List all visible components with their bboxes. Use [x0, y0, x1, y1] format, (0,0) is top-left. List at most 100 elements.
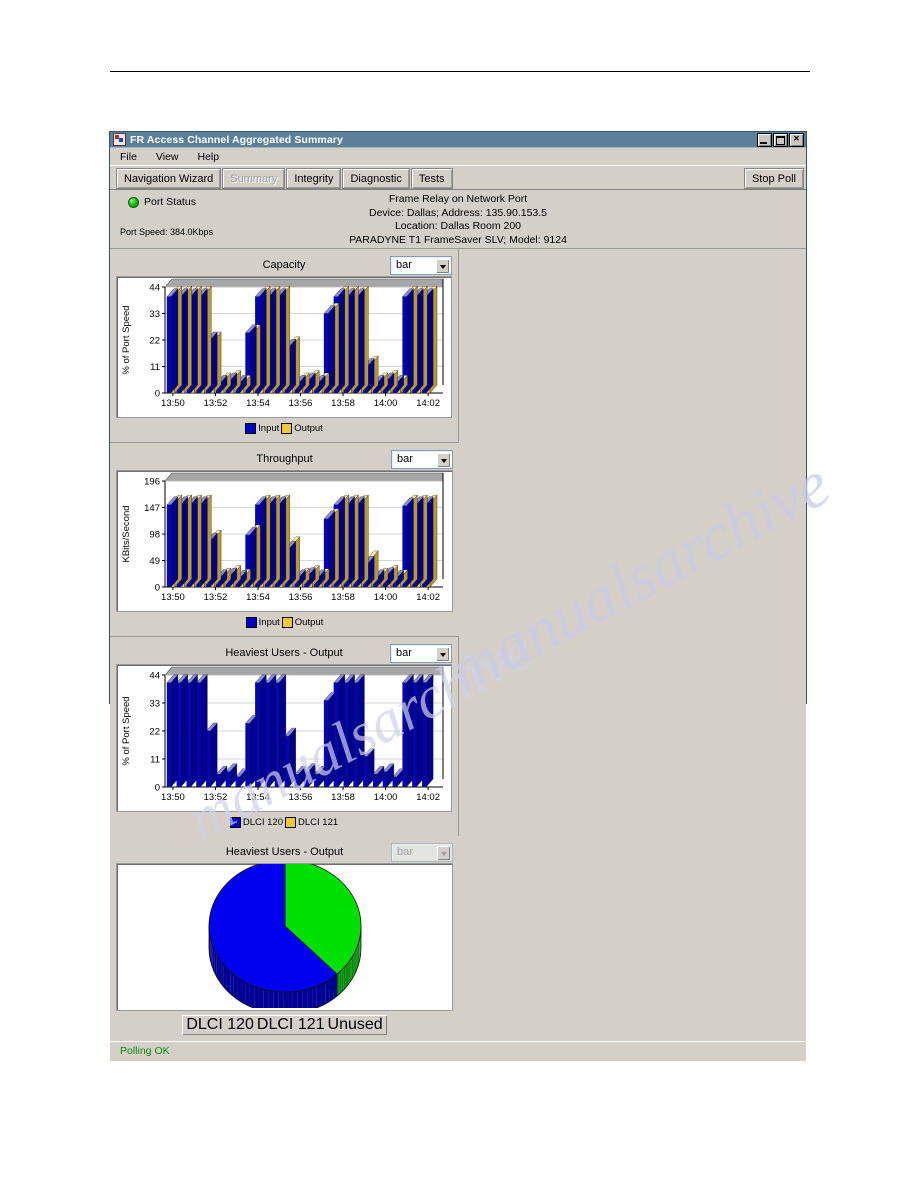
legend-item-input: Input [245, 617, 280, 628]
tab-integrity[interactable]: Integrity [286, 168, 342, 189]
svg-text:49: 49 [149, 556, 160, 567]
svg-text:33: 33 [149, 699, 160, 710]
capacity-plot: 0 11 22 33 44 % of Port Speed 13:50 13:52 13:54 1… [116, 276, 452, 418]
heaviest-users-chart-svg: 0 11 22 33 44 % of Port Speed 13:50 13:52 13:54 1… [121, 666, 444, 803]
chart-type-value-heaviest-pie: bar [397, 846, 413, 858]
window-controls: ✕ [757, 132, 804, 147]
svg-text:33: 33 [149, 309, 160, 320]
panel-throughput: Throughput bar 0 49 98 147 196 KBits/Second 13… [110, 443, 459, 637]
tab-navigation-wizard[interactable]: Navigation Wizard [116, 168, 222, 189]
svg-text:14:00: 14:00 [374, 792, 398, 803]
legend-item-dlci-121: DLCI 121 [257, 1016, 325, 1034]
svg-text:13:56: 13:56 [289, 592, 313, 603]
svg-text:13:52: 13:52 [204, 792, 228, 803]
heaviest-users-bar-legend: DLCI 120 DLCI 121 [116, 815, 452, 830]
svg-text:11: 11 [150, 362, 160, 373]
chart-type-value-capacity: bar [396, 259, 412, 271]
svg-text:13:50: 13:50 [161, 592, 185, 603]
panel-heaviest-users-pie: Heaviest Users - Output bar DLCI 120 DLC… [110, 836, 459, 1041]
throughput-plot: 0 49 98 147 196 KBits/Second 13:50 13:52 13:54 13… [116, 470, 453, 612]
panel-throughput-header: Throughput bar [116, 448, 453, 470]
svg-text:13:56: 13:56 [289, 398, 313, 409]
chevron-down-icon[interactable] [437, 452, 450, 467]
legend-item-dlci-120: DLCI 120 [186, 1016, 254, 1034]
tab-diagnostic[interactable]: Diagnostic [342, 168, 410, 189]
device-line-1: Frame Relay on Network Port [388, 193, 528, 205]
throughput-chart-svg: 0 49 98 147 196 KBits/Second 13:50 13:52 13:54 13… [121, 472, 444, 603]
svg-text:13:58: 13:58 [331, 792, 355, 803]
menu-item-view[interactable]: View [156, 151, 179, 163]
maximize-button[interactable] [773, 132, 788, 147]
svg-text:13:54: 13:54 [246, 592, 270, 603]
pie-chart-svg [208, 864, 362, 1008]
capacity-legend: Input Output [116, 421, 452, 436]
title-bar[interactable]: FR Access Channel Aggregated Summary ✕ [110, 132, 806, 148]
chevron-down-icon[interactable] [436, 258, 449, 273]
svg-text:14:02: 14:02 [416, 398, 440, 409]
svg-text:13:50: 13:50 [161, 792, 185, 803]
svg-text:14:00: 14:00 [374, 592, 398, 603]
svg-text:14:02: 14:02 [416, 792, 440, 803]
svg-text:13:58: 13:58 [331, 592, 355, 603]
chart-type-value-heaviest-bar: bar [396, 647, 412, 659]
legend-label-dlci-120: DLCI 120 [242, 817, 283, 828]
pie-legend-wrap: DLCI 120 DLCI 121 Unused [116, 1015, 453, 1035]
svg-text:13:54: 13:54 [246, 398, 270, 409]
device-info-panel: Port Status Port Speed: 384.0Kbps Frame … [110, 190, 806, 249]
page-divider-rule [110, 71, 810, 72]
legend-label-dlci-121: DLCI 121 [298, 817, 339, 828]
window-title: FR Access Channel Aggregated Summary [130, 133, 343, 146]
chart-type-select-throughput[interactable]: bar [391, 449, 453, 469]
legend-label-input: Input [258, 423, 280, 434]
legend-item-dlci-120: DLCI 120 [229, 817, 283, 828]
menu-item-help[interactable]: Help [198, 151, 220, 163]
tab-tests[interactable]: Tests [410, 168, 453, 189]
svg-text:13:52: 13:52 [204, 398, 228, 409]
menu-item-file[interactable]: File [120, 151, 137, 163]
svg-text:44: 44 [149, 283, 160, 294]
stop-poll-button[interactable]: Stop Poll [743, 168, 804, 189]
minimize-button[interactable] [757, 132, 772, 147]
chart-type-select-heaviest-pie[interactable]: bar [391, 842, 453, 862]
charts-grid: Capacity bar 0 11 22 33 44 % of Port Speed 13:… [110, 249, 806, 1041]
legend-item-dlci-121: DLCI 121 [285, 817, 338, 828]
device-details: Frame Relay on Network Port Device: Dall… [110, 193, 806, 247]
close-button[interactable]: ✕ [789, 132, 804, 147]
tab-summary[interactable]: Summary [222, 168, 286, 189]
panel-heaviest-users-bar: Heaviest Users - Output bar 0 11 22 33 44 % o… [110, 637, 459, 836]
legend-label-dlci-121: DLCI 121 [256, 1016, 325, 1033]
legend-label-input: Input [258, 617, 280, 628]
svg-text:0: 0 [155, 389, 160, 400]
panel-heaviest-users-pie-header: Heaviest Users - Output bar [116, 841, 453, 863]
chevron-down-icon[interactable] [437, 845, 450, 860]
app-icon [113, 133, 126, 146]
chart-type-select-capacity[interactable]: bar [390, 255, 452, 275]
status-bar: Polling OK [110, 1041, 806, 1061]
throughput-legend: Input Output [116, 615, 453, 630]
svg-text:13:54: 13:54 [246, 792, 270, 803]
svg-text:KBits/Second: KBits/Second [121, 505, 132, 562]
svg-text:44: 44 [149, 671, 160, 682]
legend-item-unused: Unused [328, 1016, 383, 1034]
svg-text:11: 11 [150, 755, 160, 766]
toolbar: Navigation Wizard Summary Integrity Diag… [110, 166, 806, 190]
chart-type-select-heaviest-bar[interactable]: bar [390, 643, 452, 663]
panel-heaviest-users-bar-header: Heaviest Users - Output bar [116, 642, 452, 664]
chevron-down-icon[interactable] [436, 646, 449, 661]
legend-label-dlci-120: DLCI 120 [186, 1016, 254, 1033]
svg-text:0: 0 [155, 783, 160, 794]
svg-text:13:58: 13:58 [331, 398, 355, 409]
legend-label-output: Output [294, 423, 323, 434]
legend-label-unused: Unused [327, 1016, 383, 1033]
status-text: Polling OK [120, 1045, 170, 1057]
svg-text:196: 196 [144, 477, 160, 488]
svg-text:14:00: 14:00 [374, 398, 398, 409]
menu-bar: File View Help [110, 148, 806, 166]
legend-item-output: Output [281, 617, 324, 628]
panel-capacity-header: Capacity bar [116, 254, 452, 276]
legend-label-output: Output [294, 617, 324, 628]
svg-text:13:50: 13:50 [161, 398, 185, 409]
capacity-chart-svg: 0 11 22 33 44 % of Port Speed 13:50 13:52 13:54 1… [121, 278, 444, 409]
svg-text:% of Port Speed: % of Port Speed [121, 696, 132, 765]
